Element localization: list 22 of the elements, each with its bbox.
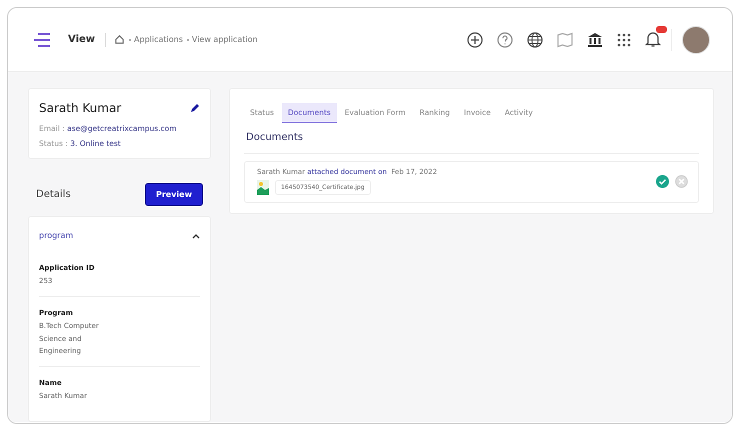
notification-bell-icon[interactable] bbox=[645, 31, 661, 48]
chevron-icon[interactable] bbox=[192, 232, 200, 238]
apps-grid-icon[interactable] bbox=[617, 32, 631, 46]
image-file-icon bbox=[257, 180, 269, 195]
edit-icon[interactable] bbox=[190, 103, 200, 113]
section-title[interactable]: program bbox=[39, 231, 74, 240]
notification-badge bbox=[656, 26, 667, 33]
documents-heading: Documents bbox=[244, 123, 699, 154]
details-heading: Details bbox=[36, 189, 71, 200]
globe-icon[interactable] bbox=[527, 32, 543, 48]
breadcrumb-link[interactable]: Applications bbox=[134, 35, 183, 44]
add-icon[interactable] bbox=[467, 32, 483, 48]
menu-icon[interactable] bbox=[34, 32, 52, 46]
page-title: View bbox=[68, 34, 96, 45]
home-icon[interactable] bbox=[114, 34, 126, 45]
avatar[interactable] bbox=[682, 26, 710, 54]
breadcrumb-link[interactable]: View application bbox=[192, 35, 258, 44]
preview-button[interactable]: Preview bbox=[144, 183, 203, 206]
approve-check-icon[interactable] bbox=[656, 175, 669, 188]
bank-icon[interactable] bbox=[587, 32, 603, 48]
help-icon[interactable] bbox=[497, 32, 513, 48]
applicant-name: Sarath Kumar bbox=[39, 101, 122, 115]
